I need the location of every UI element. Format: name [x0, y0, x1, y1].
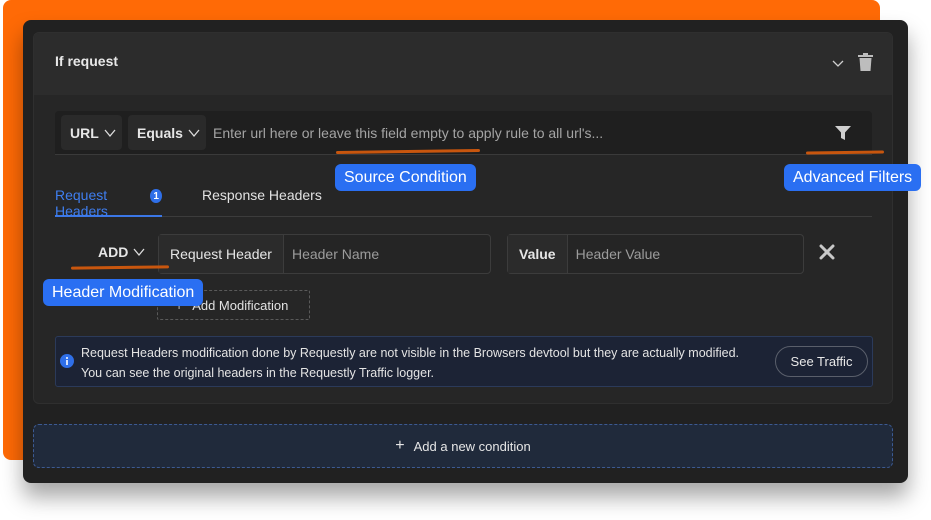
card-title: If request: [55, 53, 119, 69]
filter-icon[interactable]: [835, 126, 851, 140]
source-operator-dropdown[interactable]: Equals: [128, 115, 206, 150]
header-value-input[interactable]: [567, 235, 803, 273]
source-operator-value: Equals: [137, 124, 183, 141]
tab-label: Response Headers: [202, 187, 322, 203]
trash-icon[interactable]: [858, 53, 873, 71]
add-modification-label: Add Modification: [192, 297, 289, 313]
count-badge: 1: [150, 189, 162, 203]
source-condition-callout: Source Condition: [335, 164, 476, 191]
chevron-down-icon: [188, 129, 200, 137]
chevron-down-icon[interactable]: [832, 57, 844, 69]
chevron-down-icon: [104, 129, 116, 137]
info-icon: [60, 354, 74, 368]
tab-label: Request Headers: [55, 187, 108, 219]
modification-action-value: ADD: [98, 244, 129, 260]
add-condition-button[interactable]: + Add a new condition: [33, 424, 893, 468]
info-text: Request Headers modification done by Req…: [81, 343, 739, 383]
plus-icon: +: [395, 437, 405, 454]
add-condition-label: Add a new condition: [413, 438, 531, 454]
source-type-dropdown[interactable]: URL: [61, 115, 122, 150]
header-value-group: Value: [507, 234, 804, 274]
header-name-group: Request Header: [158, 234, 491, 274]
header-modification-callout: Header Modification: [43, 279, 204, 306]
rule-editor-window: If request URL Equals Request Headers 1 …: [23, 20, 908, 483]
header-name-input[interactable]: [283, 235, 490, 273]
see-traffic-button[interactable]: See Traffic: [775, 346, 868, 377]
header-value-addon: Value: [508, 235, 568, 273]
tab-response-headers[interactable]: Response Headers: [202, 181, 322, 217]
info-alert: Request Headers modification done by Req…: [55, 336, 873, 387]
tab-request-headers[interactable]: Request Headers 1: [55, 181, 162, 219]
modification-action-dropdown[interactable]: ADD: [98, 244, 145, 260]
condition-card: If request URL Equals Request Headers 1 …: [33, 32, 893, 404]
close-icon[interactable]: [819, 244, 835, 260]
source-type-value: URL: [70, 124, 99, 141]
advanced-filters-callout: Advanced Filters: [784, 164, 922, 191]
chevron-down-icon: [133, 248, 145, 257]
condition-card-header[interactable]: If request: [34, 33, 892, 95]
header-name-addon: Request Header: [159, 235, 284, 273]
info-line-1: Request Headers modification done by Req…: [81, 346, 739, 360]
url-input[interactable]: [213, 115, 803, 150]
info-line-2: You can see the original headers in the …: [81, 366, 435, 380]
